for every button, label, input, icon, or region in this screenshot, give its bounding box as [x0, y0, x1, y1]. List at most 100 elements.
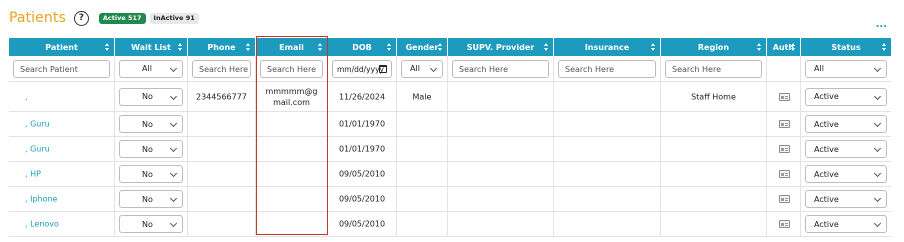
patient-cell: , Lenovo — [9, 212, 115, 236]
patient-name-link[interactable]: , HP — [25, 170, 41, 179]
col-header-dob[interactable]: DOB — [328, 38, 397, 56]
region-search-input[interactable]: Search Here — [665, 60, 762, 78]
phone-cell — [188, 187, 256, 211]
table-header-row: Patient Wait List Phone Email DOB Gender… — [9, 38, 891, 56]
status-cell: Active — [801, 112, 891, 136]
select-value: All — [814, 64, 824, 73]
col-header-email[interactable]: Email — [256, 38, 328, 56]
patient-search-input[interactable]: Search Patient — [13, 60, 110, 78]
active-count-badge[interactable]: Active 517 — [98, 12, 146, 24]
patient-name-link[interactable]: , Lenovo — [25, 220, 59, 229]
status-select[interactable]: Active — [805, 165, 887, 183]
col-header-patient[interactable]: Patient — [9, 38, 115, 56]
sort-icon[interactable] — [791, 43, 796, 52]
table-row[interactable]: , Guru No 01/01/1970 Active — [9, 137, 891, 162]
table-row[interactable]: , Lenovo No 09/05/2010 Active — [9, 212, 891, 237]
col-header-gender[interactable]: Gender — [397, 38, 448, 56]
auth-card-icon[interactable] — [778, 92, 790, 101]
auth-card-icon[interactable] — [778, 170, 790, 178]
col-header-waitlist[interactable]: Wait List — [115, 38, 188, 56]
patient-name-link[interactable]: , — [25, 92, 28, 101]
waitlist-select[interactable]: No — [119, 140, 183, 158]
status-select[interactable]: Active — [805, 190, 887, 208]
auth-card-icon[interactable] — [778, 145, 790, 153]
sort-icon[interactable] — [178, 43, 183, 52]
sort-icon[interactable] — [438, 43, 443, 52]
col-header-region[interactable]: Region — [661, 38, 767, 56]
status-select[interactable]: Active — [805, 87, 887, 106]
supv-provider-cell — [448, 112, 554, 136]
sort-icon[interactable] — [757, 43, 762, 52]
insurance-search-input[interactable]: Search Here — [558, 60, 656, 78]
col-header-status[interactable]: Status — [801, 38, 891, 56]
col-header-supv-provider[interactable]: SUPV. Provider — [448, 38, 554, 56]
waitlist-select[interactable]: No — [119, 87, 183, 106]
supv-provider-cell — [448, 82, 554, 111]
chevron-down-icon — [873, 169, 882, 178]
chevron-down-icon — [169, 169, 178, 178]
table-row[interactable]: , Iphone No 09/05/2010 Active — [9, 187, 891, 212]
waitlist-select[interactable]: No — [119, 115, 183, 133]
sort-icon[interactable] — [544, 43, 549, 52]
status-cell: Active — [801, 82, 891, 111]
page-title: Patients — [9, 10, 66, 26]
patient-name-link[interactable]: , Guru — [25, 145, 50, 154]
sort-icon[interactable] — [651, 43, 656, 52]
waitlist-select[interactable]: No — [119, 165, 183, 183]
status-filter-select[interactable]: All — [805, 59, 887, 78]
auth-card-icon[interactable] — [778, 220, 790, 228]
supv-provider-search-input[interactable]: Search Here — [452, 60, 549, 78]
email-cell — [256, 112, 328, 136]
sort-icon[interactable] — [882, 43, 887, 52]
patient-name-link[interactable]: , Iphone — [25, 195, 57, 204]
email-search-input[interactable]: Search Here — [260, 60, 323, 78]
sort-icon[interactable] — [246, 43, 251, 52]
status-select[interactable]: Active — [805, 215, 887, 233]
gender-cell — [397, 112, 448, 136]
insurance-cell — [554, 187, 661, 211]
table-row[interactable]: , HP No 09/05/2010 Active — [9, 162, 891, 187]
waitlist-cell: No — [115, 212, 188, 236]
waitlist-select[interactable]: No — [119, 190, 183, 208]
filter-cell: All — [801, 56, 891, 81]
calendar-icon[interactable] — [379, 65, 387, 73]
auth-card-icon[interactable] — [778, 195, 790, 203]
status-select[interactable]: Active — [805, 115, 887, 133]
col-header-label: Wait List — [131, 42, 171, 52]
dob-date-input[interactable]: mm/dd/yyyy — [332, 60, 392, 78]
col-header-label: Patient — [45, 42, 78, 52]
select-value: No — [142, 169, 153, 179]
status-select[interactable]: Active — [805, 140, 887, 158]
phone-search-input[interactable]: Search Here — [192, 60, 251, 78]
chevron-down-icon — [169, 194, 178, 203]
select-value: No — [142, 144, 153, 154]
select-value: Active — [814, 92, 839, 101]
auth-cell — [767, 82, 801, 111]
auth-card-icon[interactable] — [778, 120, 790, 128]
chevron-down-icon — [169, 64, 178, 72]
help-icon[interactable]: ? — [73, 10, 89, 26]
table-row[interactable]: , No 2344566777 mmmmm@gmail.com 11/26/20… — [9, 82, 891, 112]
col-header-label: SUPV. Provider — [466, 42, 535, 52]
waitlist-filter-select[interactable]: All — [119, 59, 183, 78]
sort-icon[interactable] — [318, 43, 323, 52]
col-header-insurance[interactable]: Insurance — [554, 38, 661, 56]
gender-filter-select[interactable]: All — [401, 59, 443, 78]
col-header-label: Email — [279, 42, 304, 52]
col-header-phone[interactable]: Phone — [188, 38, 256, 56]
inactive-count-badge[interactable]: InActive 91 — [149, 12, 199, 24]
filter-cell: Search Here — [554, 56, 661, 81]
patient-name-link[interactable]: , Guru — [25, 120, 50, 129]
waitlist-select[interactable]: No — [119, 215, 183, 233]
select-value: No — [142, 194, 153, 204]
chevron-down-icon — [169, 219, 178, 228]
col-header-auth[interactable]: Auth — [767, 38, 801, 56]
more-options-icon[interactable]: ... — [876, 20, 887, 30]
sort-icon[interactable] — [105, 43, 110, 52]
select-value: Active — [814, 169, 839, 179]
filter-cell — [767, 56, 801, 81]
table-row[interactable]: , Guru No 01/01/1970 Active — [9, 112, 891, 137]
patient-cell: , Guru — [9, 137, 115, 161]
region-cell — [661, 187, 767, 211]
sort-icon[interactable] — [387, 43, 392, 52]
